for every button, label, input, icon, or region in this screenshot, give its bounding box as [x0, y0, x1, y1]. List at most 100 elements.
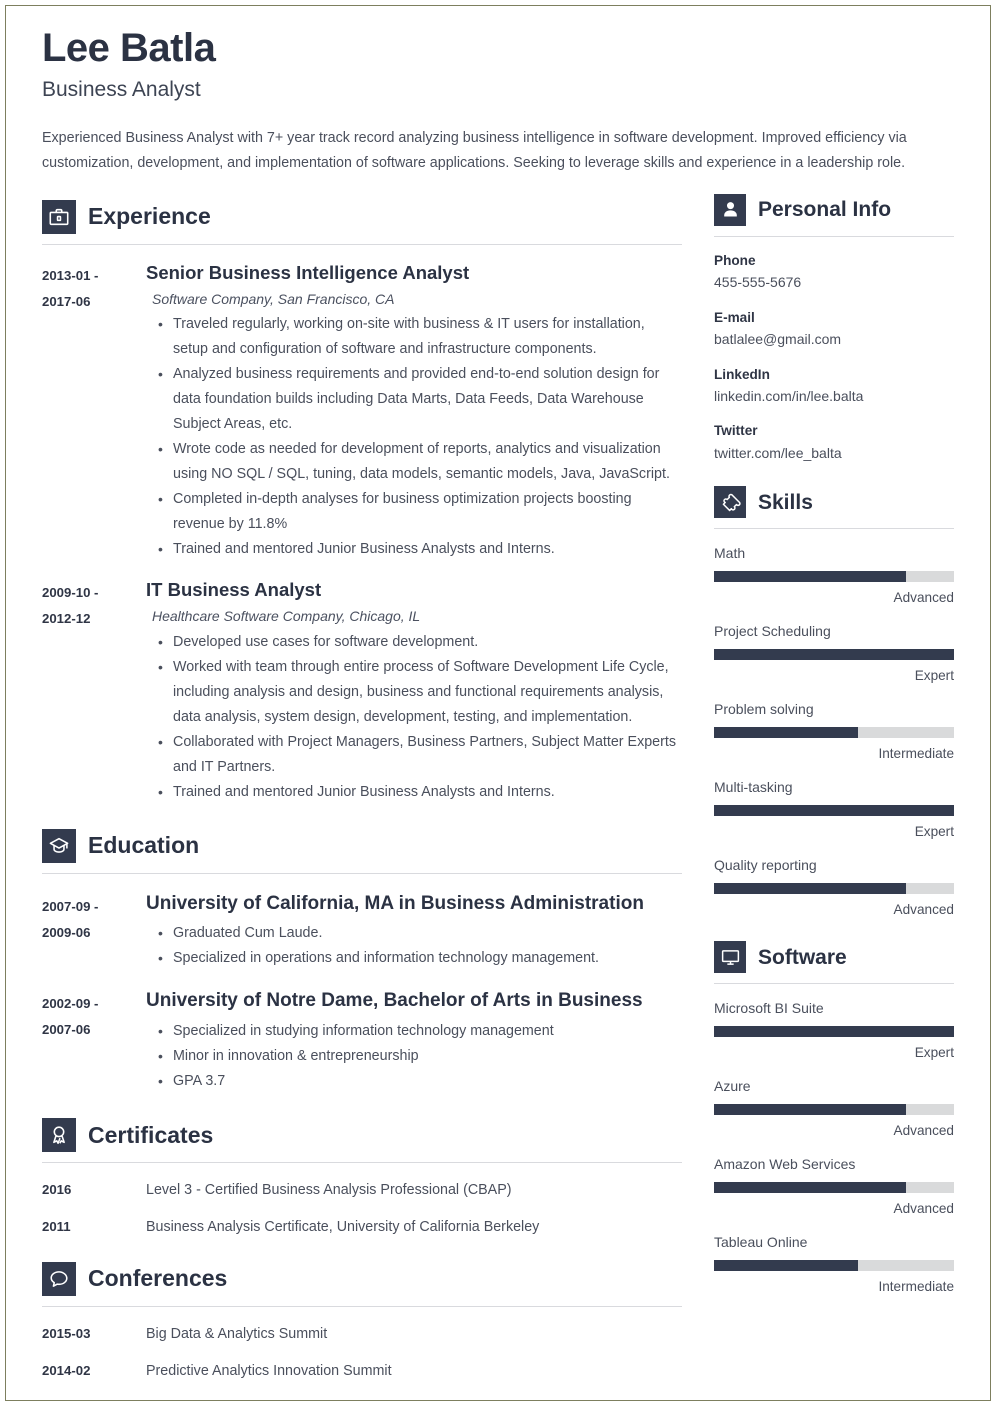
- education-heading: Education: [42, 828, 682, 863]
- info-label: LinkedIn: [714, 366, 770, 382]
- software-bar-track: [714, 1182, 954, 1194]
- software-level: Advanced: [893, 1201, 954, 1217]
- skill-bar-fill: [714, 727, 858, 739]
- education-entry-date: 2002-09 - 2007-06: [42, 989, 146, 1094]
- resume-columns: Experience 2013-01 - 2017-06 Senior Busi…: [42, 193, 954, 1381]
- info-phone: Phone 455-555-5676: [714, 251, 954, 294]
- software-bar-fill: [714, 1026, 954, 1038]
- list-item: GPA 3.7: [158, 1069, 682, 1094]
- conference-date: 2014-02: [42, 1363, 91, 1378]
- date-end: 2012-12: [42, 611, 91, 627]
- experience-rule: [42, 243, 682, 245]
- section-conferences: Conferences 2015-03 Big Data & Analytics…: [42, 1261, 682, 1382]
- skill-name: Problem solving: [714, 701, 814, 718]
- experience-entry-body: IT Business Analyst Healthcare Software …: [146, 578, 682, 804]
- certificate-date: 2011: [42, 1219, 71, 1235]
- main-column: Experience 2013-01 - 2017-06 Senior Busi…: [42, 194, 682, 1381]
- education-rule: [42, 872, 682, 874]
- list-item: Completed in-depth analyses for business…: [158, 487, 682, 537]
- job-position: Senior Business Intelligence Analyst: [146, 261, 470, 283]
- education-bullets: Graduated Cum Laude. Specialized in oper…: [146, 921, 682, 971]
- award-ribbon-icon: [42, 1118, 76, 1153]
- experience-entry: 2009-10 - 2012-12 IT Business Analyst He…: [42, 578, 682, 804]
- graduation-cap-icon: [42, 828, 76, 863]
- info-value[interactable]: twitter.com/lee_balta: [714, 442, 954, 464]
- skill-item: Multi-tasking Expert: [714, 777, 954, 841]
- list-item: Graduated Cum Laude.: [158, 921, 682, 946]
- date-end: 2009-06: [42, 924, 91, 940]
- date-start: 2007-09 -: [42, 898, 99, 914]
- skill-bar-track: [714, 727, 954, 739]
- education-bullets: Specialized in studying information tech…: [146, 1019, 682, 1094]
- skill-item: Quality reporting Advanced: [714, 855, 954, 919]
- software-bar-track: [714, 1104, 954, 1116]
- education-entry: 2002-09 - 2007-06 University of Notre Da…: [42, 989, 682, 1094]
- personal-info-title: Personal Info: [758, 198, 892, 222]
- skill-item: Problem solving Intermediate: [714, 699, 954, 763]
- skill-bar-fill: [714, 883, 906, 895]
- certificates-rule: [42, 1162, 682, 1164]
- experience-entry: 2013-01 - 2017-06 Senior Business Intell…: [42, 261, 682, 562]
- software-rule: [714, 983, 954, 985]
- degree: University of Notre Dame, Bachelor of Ar…: [146, 990, 643, 1012]
- table-row: 2015-03 Big Data & Analytics Summit: [42, 1325, 682, 1344]
- software-bar-track: [714, 1026, 954, 1038]
- conference-date: 2015-03: [42, 1325, 91, 1341]
- skills-rule: [714, 528, 954, 530]
- certificate-name: Level 3 - Certified Business Analysis Pr…: [146, 1182, 512, 1199]
- list-item: Worked with team through entire process …: [158, 655, 682, 730]
- section-education: Education 2007-09 - 2009-06 University o…: [42, 828, 682, 1094]
- briefcase-icon: [42, 199, 76, 234]
- certificate-date: 2016: [42, 1182, 72, 1198]
- skill-bar-track: [714, 649, 954, 661]
- software-bar-fill: [714, 1104, 906, 1116]
- section-skills: Skills Math Advanced Project Scheduling: [714, 486, 954, 919]
- skill-name: Project Scheduling: [714, 623, 831, 640]
- software-name: Tableau Online: [714, 1234, 808, 1251]
- experience-entry-date: 2009-10 - 2012-12: [42, 578, 146, 804]
- skill-bar-track: [714, 883, 954, 895]
- info-twitter: Twitter twitter.com/lee_balta: [714, 421, 954, 464]
- experience-bullets: Traveled regularly, working on-site with…: [146, 312, 682, 562]
- software-title: Software: [758, 945, 847, 969]
- resume-page: Lee Batla Business Analyst Experienced B…: [0, 0, 996, 1406]
- skill-item: Project Scheduling Expert: [714, 621, 954, 685]
- speech-bubble-icon: [42, 1261, 76, 1296]
- skill-level: Expert: [914, 668, 954, 684]
- skill-level: Intermediate: [878, 746, 954, 762]
- section-experience: Experience 2013-01 - 2017-06 Senior Busi…: [42, 199, 682, 805]
- conference-name: Predictive Analytics Innovation Summit: [146, 1363, 392, 1379]
- education-entry: 2007-09 - 2009-06 University of Californ…: [42, 892, 682, 972]
- certificates-title: Certificates: [88, 1121, 214, 1148]
- skill-name: Quality reporting: [714, 857, 817, 874]
- software-bar-fill: [714, 1182, 906, 1194]
- page-title: Lee Batla: [42, 26, 216, 70]
- sidebar-column: Personal Info Phone 455-555-5676 E-mail …: [714, 193, 954, 1296]
- skill-level: Advanced: [893, 902, 954, 918]
- software-bar-fill: [714, 1260, 858, 1272]
- skill-bar-fill: [714, 571, 906, 583]
- person-icon: [714, 193, 746, 226]
- conferences-heading: Conferences: [42, 1261, 682, 1296]
- info-value[interactable]: batlalee@gmail.com: [714, 328, 954, 350]
- date-start: 2013-01 -: [42, 267, 99, 283]
- info-value[interactable]: 455-555-5676: [714, 271, 954, 293]
- software-level: Intermediate: [878, 1279, 954, 1295]
- list-item: Minor in innovation & entrepreneurship: [158, 1044, 682, 1069]
- personal-info-rule: [714, 235, 954, 237]
- skill-level: Expert: [914, 824, 954, 840]
- monitor-icon: [714, 941, 746, 974]
- skill-name: Multi-tasking: [714, 779, 793, 796]
- list-item: Analyzed business requirements and provi…: [158, 362, 682, 437]
- software-name: Azure: [714, 1078, 751, 1095]
- software-item: Microsoft BI Suite Expert: [714, 998, 954, 1062]
- table-row: 2011 Business Analysis Certificate, Univ…: [42, 1218, 682, 1237]
- list-item: Wrote code as needed for development of …: [158, 437, 682, 487]
- list-item: Collaborated with Project Managers, Busi…: [158, 730, 682, 780]
- personal-info-heading: Personal Info: [714, 193, 954, 226]
- info-value[interactable]: linkedin.com/in/lee.balta: [714, 385, 954, 407]
- date-end: 2007-06: [42, 1022, 91, 1038]
- skill-level: Advanced: [893, 590, 954, 606]
- experience-heading: Experience: [42, 199, 682, 234]
- conferences-rule: [42, 1305, 682, 1307]
